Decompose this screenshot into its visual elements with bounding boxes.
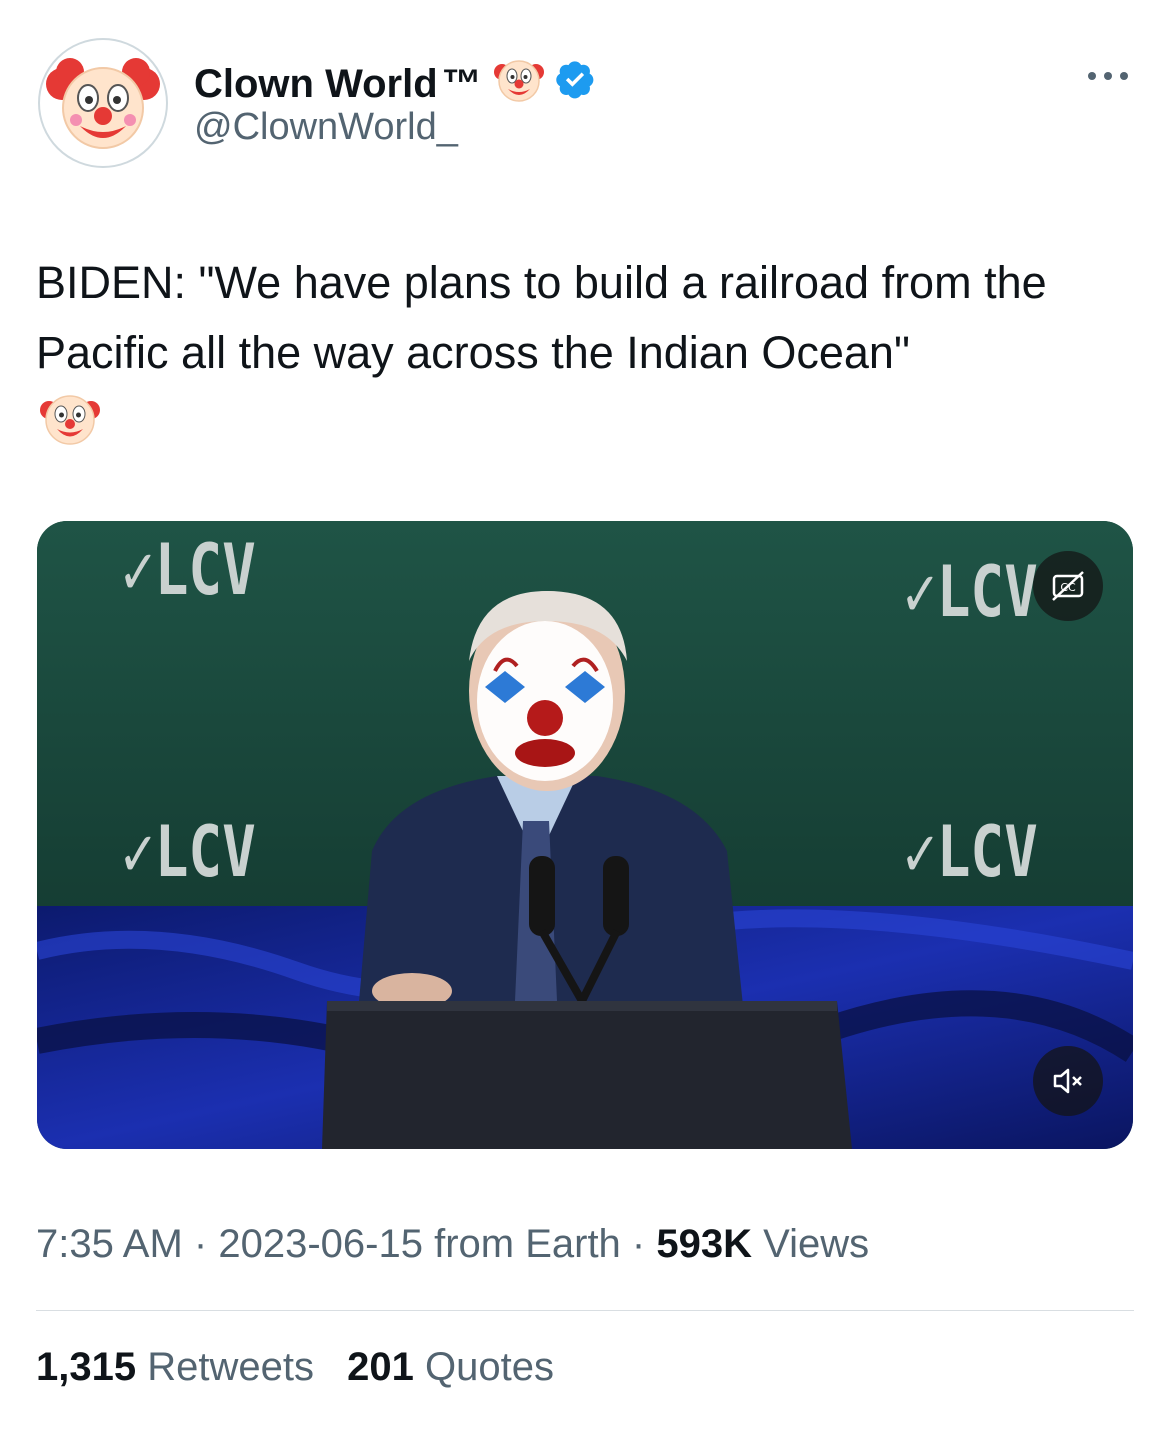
retweets-count: 1,315: [36, 1345, 137, 1389]
trademark-symbol: ™: [441, 61, 482, 106]
quotes-count: 201: [347, 1345, 414, 1389]
views-label: Views: [763, 1222, 870, 1266]
quotes-label: Quotes: [424, 1345, 554, 1389]
backdrop-logo-top-left: ✓LCV: [121, 529, 256, 611]
tweet-text: BIDEN: "We have plans to build a railroa…: [36, 257, 1047, 378]
engagement-stats: 1,315 Retweets 201 Quotes: [36, 1345, 576, 1390]
speaker-muted-icon: [1053, 1068, 1082, 1094]
unmute-button[interactable]: [1033, 1046, 1103, 1116]
tweet-time[interactable]: 7:35 AM: [36, 1222, 183, 1266]
display-name-text: Clown World: [194, 61, 438, 106]
clown-face-emoji-icon: [38, 388, 102, 453]
tweet-meta: 7:35 AM · 2023-06-15 from Earth · 593K V…: [36, 1222, 869, 1267]
retweets-stat[interactable]: 1,315 Retweets: [36, 1345, 325, 1389]
meta-separator: ·: [631, 1222, 646, 1266]
views-count: 593K: [656, 1222, 752, 1266]
author-avatar[interactable]: [38, 38, 168, 168]
backdrop-logo-mid-right: ✓LCV: [903, 811, 1038, 893]
clown-face-icon: [492, 52, 546, 116]
more-options-icon[interactable]: [1084, 62, 1132, 90]
quotes-stat[interactable]: 201 Quotes: [347, 1345, 554, 1389]
captions-toggle-button[interactable]: CC: [1033, 551, 1103, 621]
clown-face-icon: [46, 58, 160, 149]
captions-off-icon: CC: [1052, 571, 1084, 601]
tweet-source: from Earth: [434, 1222, 621, 1266]
author-handle[interactable]: @ClownWorld_: [194, 106, 458, 149]
backdrop-logo-top-right: ✓LCV: [903, 551, 1038, 633]
backdrop-logo-mid-left: ✓LCV: [121, 811, 256, 893]
tweet-date[interactable]: 2023-06-15: [218, 1222, 423, 1266]
meta-separator: ·: [193, 1222, 208, 1266]
video-player[interactable]: ✓LCV ✓LCV ✓LCV ✓LCV CC: [37, 521, 1133, 1149]
verified-badge-icon[interactable]: [554, 58, 596, 110]
retweets-label: Retweets: [147, 1345, 314, 1389]
divider: [36, 1310, 1134, 1311]
